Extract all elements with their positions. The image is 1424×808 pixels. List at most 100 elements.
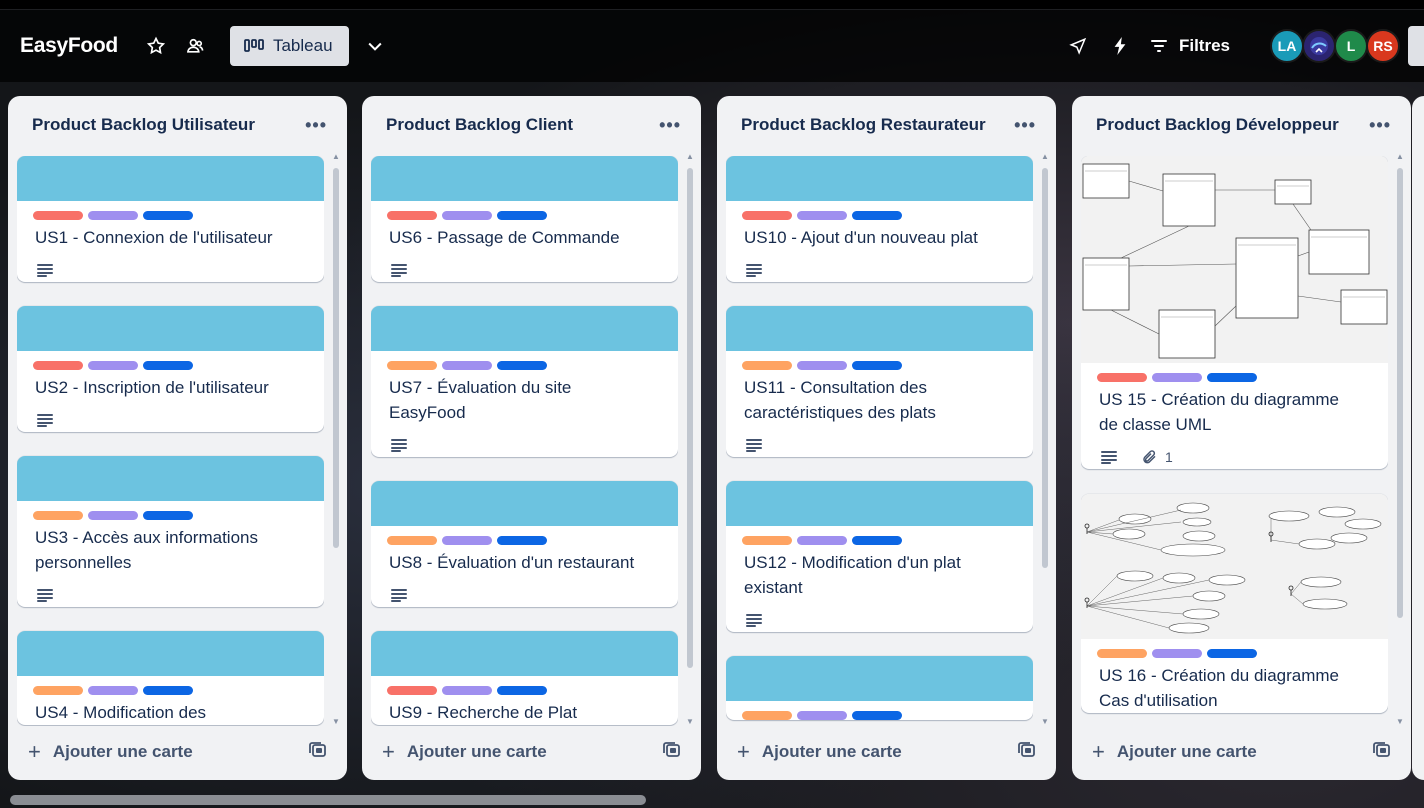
list-title[interactable]: Product Backlog Client [386, 115, 573, 135]
card[interactable]: US7 - Évaluation du site EasyFood [371, 306, 678, 457]
add-card-button[interactable]: + Ajouter une carte [1092, 739, 1257, 765]
paperclip-icon [1143, 450, 1156, 464]
label-purple[interactable] [797, 536, 847, 545]
list-scrollbar[interactable]: ▲ ▼ [1041, 152, 1049, 726]
list-title[interactable]: Product Backlog Restaurateur [741, 115, 986, 135]
card-title: US3 - Accès aux informations personnelle… [35, 528, 258, 572]
card[interactable]: US1 - Connexion de l'utilisateur [17, 156, 324, 282]
label-blue[interactable] [852, 536, 902, 545]
label-red[interactable] [33, 211, 83, 220]
card[interactable]: US9 - Recherche de Plat [371, 631, 678, 725]
label-red[interactable] [387, 686, 437, 695]
create-from-template-icon[interactable] [663, 741, 681, 763]
create-from-template-icon[interactable] [1373, 741, 1391, 763]
label-blue[interactable] [852, 211, 902, 220]
card[interactable]: US8 - Évaluation d'un restaurant [371, 481, 678, 607]
team-visibility-icon[interactable] [182, 33, 208, 59]
label-orange[interactable] [742, 536, 792, 545]
filters-button[interactable]: Filtres [1150, 36, 1230, 56]
card[interactable]: US10 - Ajout d'un nouveau plat [726, 156, 1033, 282]
label-blue[interactable] [497, 536, 547, 545]
avatar[interactable]: RS [1366, 29, 1400, 63]
power-ups-icon[interactable] [1065, 33, 1091, 59]
card-labels [726, 526, 1033, 545]
label-blue[interactable] [143, 361, 193, 370]
list-title[interactable]: Product Backlog Utilisateur [32, 115, 255, 135]
list-menu-icon[interactable]: ••• [305, 115, 327, 136]
label-orange[interactable] [742, 361, 792, 370]
card-cover [17, 631, 324, 676]
label-orange[interactable] [1097, 649, 1147, 658]
label-blue[interactable] [497, 686, 547, 695]
add-card-button[interactable]: + Ajouter une carte [737, 739, 902, 765]
label-purple[interactable] [1152, 373, 1202, 382]
label-blue[interactable] [143, 686, 193, 695]
add-card-button[interactable]: + Ajouter une carte [28, 739, 193, 765]
list-menu-icon[interactable]: ••• [1014, 115, 1036, 136]
label-red[interactable] [742, 211, 792, 220]
card-cover [17, 456, 324, 501]
list-scrollbar[interactable]: ▲ ▼ [1396, 152, 1404, 726]
automation-icon[interactable] [1107, 33, 1133, 59]
board-view-button[interactable]: Tableau [229, 26, 349, 66]
label-purple[interactable] [442, 361, 492, 370]
card[interactable]: US 16 - Création du diagramme Cas d'util… [1081, 494, 1388, 713]
card[interactable]: US11 - Consultation des caractéristiques… [726, 306, 1033, 457]
label-orange[interactable] [387, 536, 437, 545]
label-orange[interactable] [742, 711, 792, 720]
add-card-button[interactable]: + Ajouter une carte [382, 739, 547, 765]
label-blue[interactable] [143, 511, 193, 520]
list-scrollbar[interactable]: ▲ ▼ [332, 152, 340, 726]
label-purple[interactable] [442, 686, 492, 695]
label-blue[interactable] [497, 361, 547, 370]
list-menu-icon[interactable]: ••• [1369, 115, 1391, 136]
star-icon[interactable] [144, 34, 168, 58]
avatar[interactable] [1302, 29, 1336, 63]
avatar[interactable]: LA [1270, 29, 1304, 63]
label-blue[interactable] [497, 211, 547, 220]
list-scrollbar[interactable]: ▲ ▼ [686, 152, 694, 726]
label-purple[interactable] [1152, 649, 1202, 658]
member-avatars: LA L RS [1270, 29, 1400, 63]
card[interactable]: US6 - Passage de Commande [371, 156, 678, 282]
label-blue[interactable] [852, 361, 902, 370]
label-red[interactable] [33, 361, 83, 370]
label-blue[interactable] [143, 211, 193, 220]
label-purple[interactable] [88, 211, 138, 220]
avatar[interactable]: L [1334, 29, 1368, 63]
share-button[interactable] [1408, 26, 1424, 66]
card[interactable]: US12 - Modification d'un plat existant [726, 481, 1033, 632]
card[interactable]: US2 - Inscription de l'utilisateur [17, 306, 324, 432]
label-orange[interactable] [387, 361, 437, 370]
chevron-down-icon[interactable] [363, 34, 387, 58]
card-title: US12 - Modification d'un plat existant [744, 553, 961, 597]
list-title[interactable]: Product Backlog Développeur [1096, 115, 1339, 135]
card-cover [371, 631, 678, 676]
label-purple[interactable] [797, 361, 847, 370]
label-blue[interactable] [1207, 649, 1257, 658]
label-purple[interactable] [88, 686, 138, 695]
description-icon [391, 438, 415, 452]
label-purple[interactable] [442, 211, 492, 220]
card[interactable]: US 15 - Création du diagramme de classe … [1081, 156, 1388, 469]
label-purple[interactable] [797, 211, 847, 220]
label-purple[interactable] [797, 711, 847, 720]
card[interactable]: US4 - Modification des [17, 631, 324, 725]
board-title[interactable]: EasyFood [20, 34, 118, 58]
label-purple[interactable] [442, 536, 492, 545]
label-blue[interactable] [852, 711, 902, 720]
board-horizontal-scrollbar[interactable] [10, 795, 646, 805]
label-purple[interactable] [88, 511, 138, 520]
label-red[interactable] [1097, 373, 1147, 382]
card-labels [17, 501, 324, 520]
create-from-template-icon[interactable] [309, 741, 327, 763]
list-menu-icon[interactable]: ••• [659, 115, 681, 136]
label-purple[interactable] [88, 361, 138, 370]
card[interactable]: US3 - Accès aux informations personnelle… [17, 456, 324, 607]
label-blue[interactable] [1207, 373, 1257, 382]
create-from-template-icon[interactable] [1018, 741, 1036, 763]
card[interactable] [726, 656, 1033, 720]
label-orange[interactable] [33, 511, 83, 520]
label-orange[interactable] [33, 686, 83, 695]
label-red[interactable] [387, 211, 437, 220]
